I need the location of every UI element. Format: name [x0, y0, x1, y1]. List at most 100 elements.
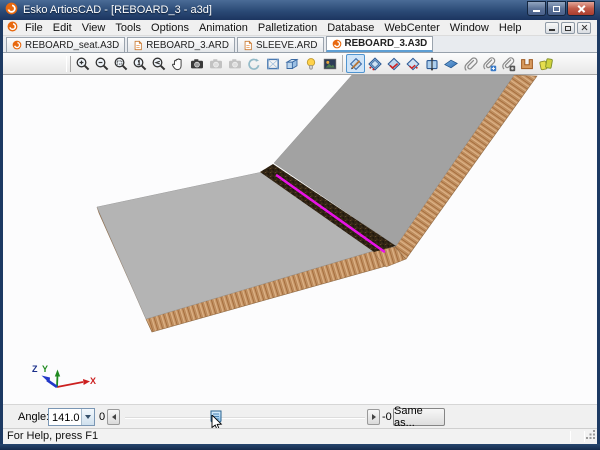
mdi-minimize-icon: [549, 29, 555, 31]
close-button[interactable]: [567, 1, 595, 16]
zoom-one-to-one-icon: [132, 56, 148, 72]
document-tab-bar: REBOARD_seat.A3D REBOARD_3.ARD SLEEVE.AR…: [3, 36, 597, 53]
paperclip-plus-icon: [481, 56, 497, 72]
attach-with-offset-button[interactable]: [498, 54, 517, 73]
zoom-rectangle-button[interactable]: [111, 54, 130, 73]
fold-one-flap-button[interactable]: [365, 54, 384, 73]
attach-part-button[interactable]: [460, 54, 479, 73]
fold-all-flaps-button[interactable]: [384, 54, 403, 73]
arrow-left-icon: [112, 414, 116, 420]
menu-item-animation[interactable]: Animation: [194, 21, 253, 35]
angle-combo[interactable]: [48, 408, 95, 426]
same-as-label: Same as...: [394, 405, 444, 429]
tab-reboard-3-a3d-active[interactable]: REBOARD_3.A3D: [326, 36, 434, 52]
solid-view-button[interactable]: [282, 54, 301, 73]
menu-item-help[interactable]: Help: [494, 21, 527, 35]
toolbar-grip[interactable]: [66, 56, 71, 72]
wireframe-view-button[interactable]: [263, 54, 282, 73]
menu-item-window[interactable]: Window: [445, 21, 494, 35]
mdi-minimize-button[interactable]: [545, 22, 559, 34]
angle-input[interactable]: [49, 409, 81, 425]
attach-to-board-button[interactable]: [479, 54, 498, 73]
bend-panel-button[interactable]: [441, 54, 460, 73]
document-icon: [133, 40, 143, 51]
tab-label: SLEEVE.ARD: [256, 40, 318, 51]
tab-reboard-seat-a3d[interactable]: REBOARD_seat.A3D: [6, 37, 125, 52]
axis-triad: Z Y X: [32, 364, 96, 387]
window-title: Esko ArtiosCAD - [REBOARD_3 - a3d]: [23, 4, 212, 16]
pan-hand-icon: [170, 56, 186, 72]
slider-max-value: -0: [382, 411, 392, 423]
tab-sleeve-ard[interactable]: SLEEVE.ARD: [237, 37, 324, 52]
fold-to-mate-button[interactable]: [422, 54, 441, 73]
snapshot-button[interactable]: [187, 54, 206, 73]
reboard-model[interactable]: [97, 75, 537, 332]
angle-dropdown-button[interactable]: [81, 409, 94, 425]
bend-panel-icon: [443, 56, 459, 72]
menu-item-palletization[interactable]: Palletization: [253, 21, 322, 35]
menu-item-view[interactable]: View: [77, 21, 111, 35]
mdi-restore-button[interactable]: [561, 22, 575, 34]
tray-icon: [519, 56, 535, 72]
y-axis-arrow: [57, 375, 58, 387]
y-axis-label: Y: [42, 364, 48, 374]
angle-step-down-button[interactable]: [107, 409, 120, 425]
menu-item-file[interactable]: File: [20, 21, 48, 35]
mdi-close-button[interactable]: [577, 22, 591, 34]
unfold-all-icon: [405, 56, 421, 72]
document-system-icon[interactable]: [7, 21, 18, 35]
angle-step-up-button[interactable]: [367, 409, 380, 425]
status-bar: For Help, press F1: [3, 428, 597, 444]
restore-icon: [553, 6, 560, 12]
board-3d-scene[interactable]: Z Y X: [3, 75, 597, 404]
camera-icon: [189, 56, 205, 72]
x-axis-arrowhead: [83, 379, 90, 385]
cube-icon: [284, 56, 300, 72]
paperclip-icon: [462, 56, 478, 72]
chevron-down-icon: [85, 415, 91, 419]
title-bar: Esko ArtiosCAD - [REBOARD_3 - a3d]: [0, 0, 600, 20]
tab-reboard-3-ard[interactable]: REBOARD_3.ARD: [127, 37, 235, 52]
fold-one-flap-icon: [367, 56, 383, 72]
light-source-button[interactable]: [301, 54, 320, 73]
same-as-button[interactable]: Same as...: [393, 408, 445, 426]
z-axis-arrowhead: [42, 376, 51, 384]
toolbar-separator: [342, 55, 343, 72]
tape-tool-button[interactable]: [536, 54, 555, 73]
scene-render-icon: [322, 56, 338, 72]
zoom-out-button[interactable]: [92, 54, 111, 73]
tray-tool-button[interactable]: [517, 54, 536, 73]
3d-viewport[interactable]: Z Y X: [3, 75, 597, 404]
tape-icon: [538, 56, 554, 72]
resize-grip-icon[interactable]: [586, 430, 596, 443]
x-axis-label: X: [90, 376, 96, 386]
unfold-all-button[interactable]: [403, 54, 422, 73]
menu-bar: File Edit View Tools Options Animation P…: [3, 20, 597, 36]
fold-all-flaps-icon: [386, 56, 402, 72]
snapshot-output-button[interactable]: [206, 54, 225, 73]
restore-button[interactable]: [547, 1, 566, 16]
render-options-button[interactable]: [320, 54, 339, 73]
menu-item-tools[interactable]: Tools: [110, 21, 146, 35]
zoom-one-to-one-button[interactable]: [130, 54, 149, 73]
pan-button[interactable]: [168, 54, 187, 73]
menu-item-options[interactable]: Options: [146, 21, 194, 35]
fold-angle-tool-button[interactable]: [346, 54, 365, 73]
zoom-rectangle-icon: [113, 56, 129, 72]
zoom-in-button[interactable]: [73, 54, 92, 73]
snapshot-animation-button[interactable]: [225, 54, 244, 73]
minimize-button[interactable]: [527, 1, 546, 16]
menu-item-edit[interactable]: Edit: [48, 21, 77, 35]
artioscad-window: Esko ArtiosCAD - [REBOARD_3 - a3d] File …: [0, 0, 600, 450]
angle-slider-track[interactable]: [125, 417, 365, 419]
menu-item-webcenter[interactable]: WebCenter: [379, 21, 444, 35]
angle-label: Angle:: [18, 411, 49, 423]
fold-to-mate-icon: [424, 56, 440, 72]
status-pane-separator: [570, 431, 571, 442]
menu-item-database[interactable]: Database: [322, 21, 379, 35]
zoom-previous-button[interactable]: [149, 54, 168, 73]
wireframe-icon: [265, 56, 281, 72]
arrow-right-icon: [372, 414, 376, 420]
esko-logo-icon: [332, 39, 342, 49]
spin-view-button[interactable]: [244, 54, 263, 73]
